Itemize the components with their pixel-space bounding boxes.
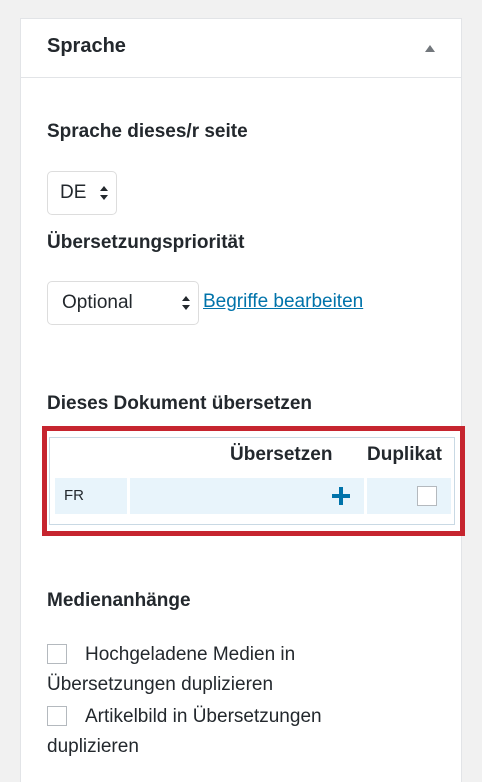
duplicate-featured-image-checkbox[interactable] xyxy=(47,706,67,726)
language-label: Sprache dieses/r seite xyxy=(47,121,248,142)
duplicate-featured-image-label-line2: duplizieren xyxy=(47,736,139,757)
collapse-arrow-icon[interactable] xyxy=(425,45,435,52)
metabox-header[interactable]: Sprache xyxy=(21,19,461,78)
metabox-title: Sprache xyxy=(47,35,126,57)
priority-label: Übersetzungspriorität xyxy=(47,232,245,253)
duplicate-uploaded-media-checkbox[interactable] xyxy=(47,644,67,664)
duplicate-uploaded-media-label-line1: Hochgeladene Medien in xyxy=(85,644,296,665)
priority-select[interactable]: Optional xyxy=(47,281,199,325)
translate-document-label: Dieses Dokument übersetzen xyxy=(47,393,313,414)
translate-column-header: Übersetzen xyxy=(230,444,333,465)
table-row-translate-cell xyxy=(130,478,364,514)
language-select[interactable]: DE xyxy=(47,171,117,215)
language-code: FR xyxy=(64,487,84,504)
table-row-lang-cell: FR xyxy=(55,478,127,514)
add-translation-plus-icon[interactable] xyxy=(332,487,350,505)
select-arrows-icon xyxy=(100,186,108,200)
media-attachments-label: Medienanhänge xyxy=(47,590,191,611)
translation-table: Übersetzen Duplikat FR xyxy=(49,437,455,525)
duplicate-uploaded-media-label-line2: Übersetzungen duplizieren xyxy=(47,674,274,695)
duplicate-featured-image-label-line1: Artikelbild in Übersetzungen xyxy=(85,706,322,727)
duplicate-checkbox[interactable] xyxy=(417,486,437,506)
language-metabox: Sprache Sprache dieses/r seite DE Überse… xyxy=(20,18,465,782)
language-select-value: DE xyxy=(60,182,87,203)
select-arrows-icon xyxy=(182,296,190,310)
table-row-duplicate-cell xyxy=(367,478,451,514)
edit-terms-link[interactable]: Begriffe bearbeiten xyxy=(203,291,363,313)
duplicate-column-header: Duplikat xyxy=(367,444,442,465)
priority-select-value: Optional xyxy=(62,292,133,313)
